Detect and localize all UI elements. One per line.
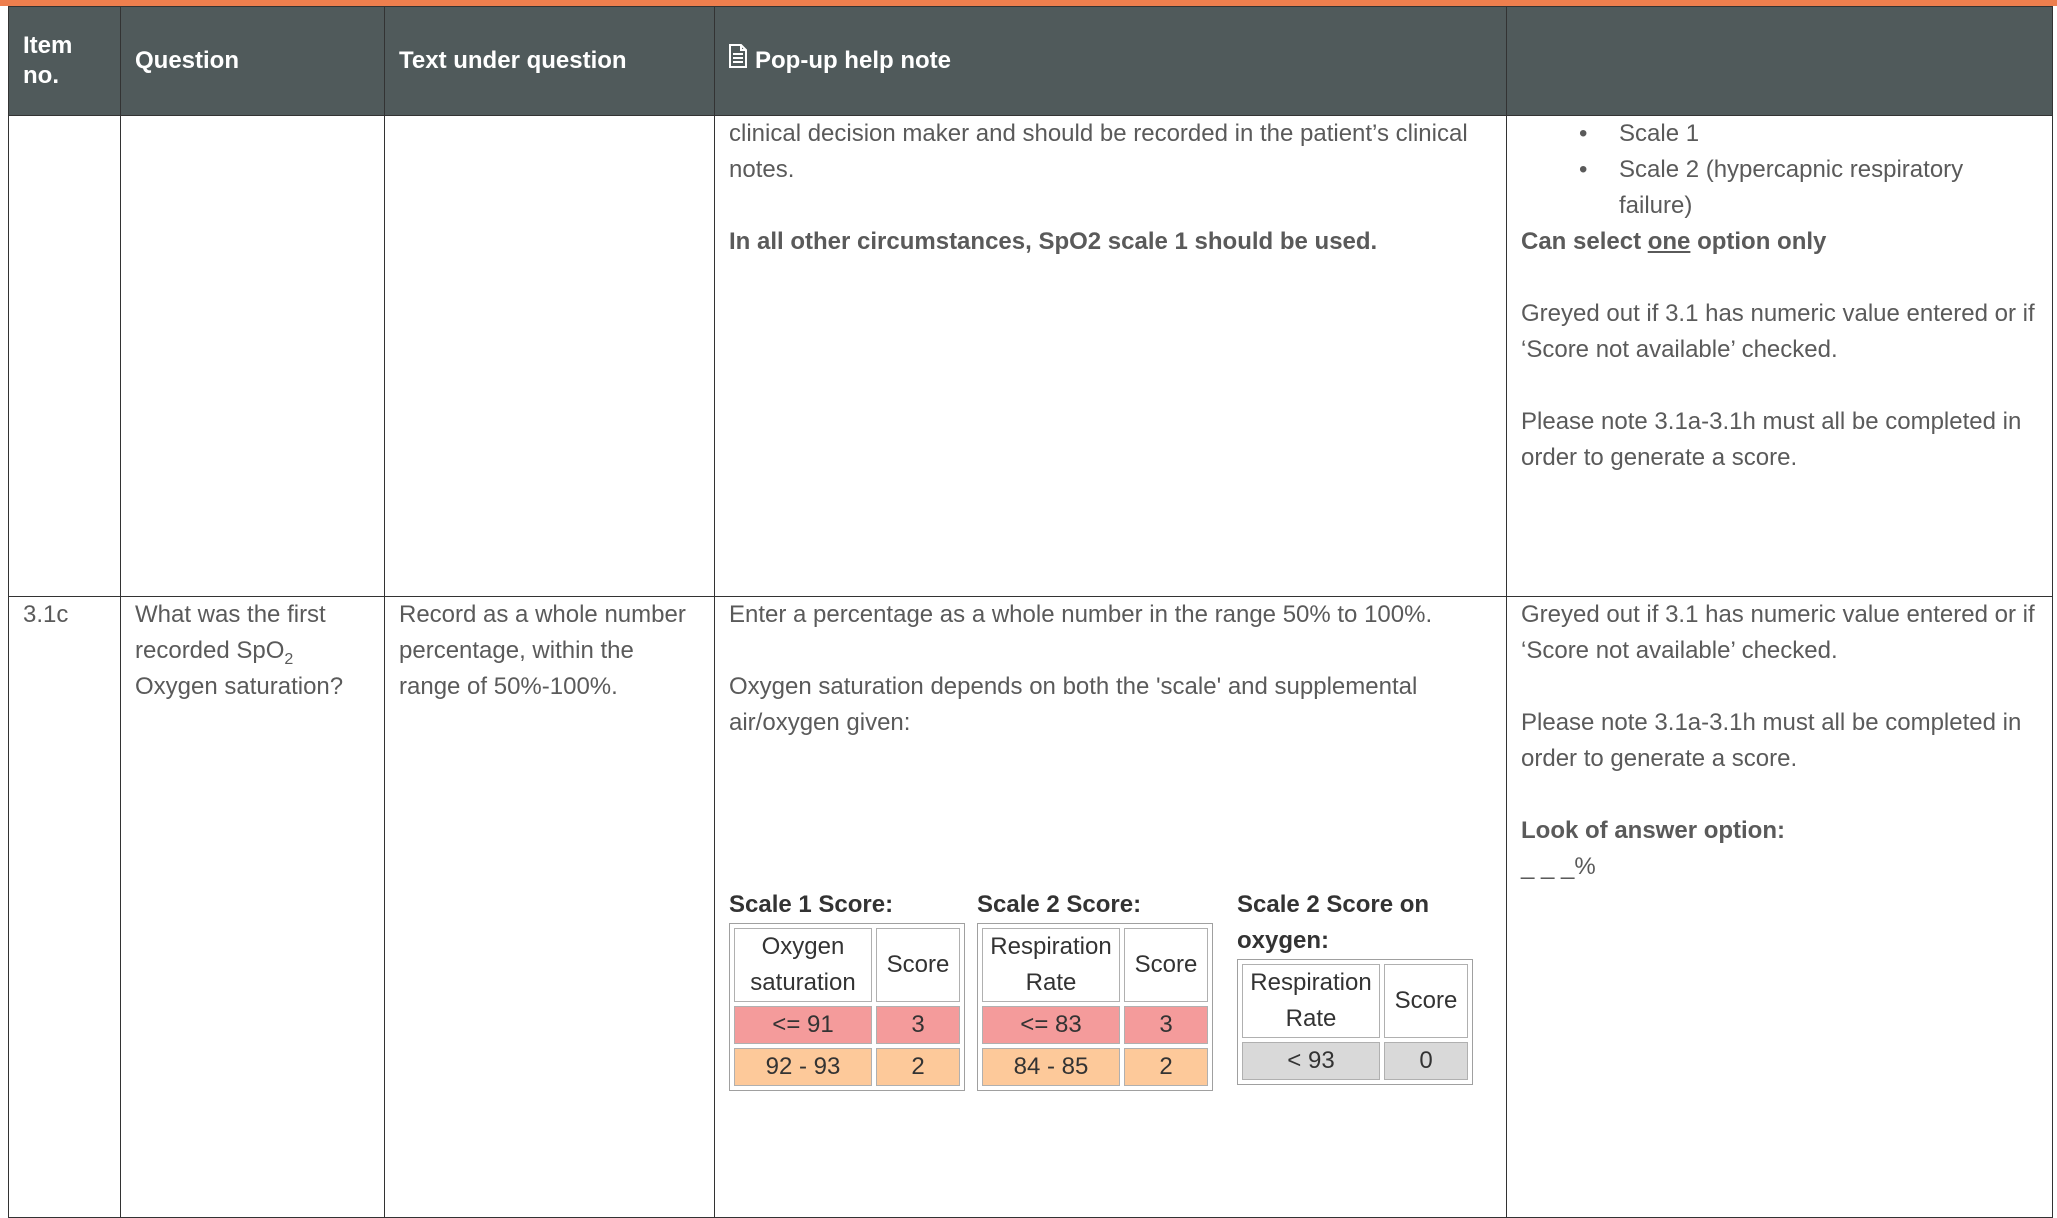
cell-item-no: 3.1c [8, 596, 121, 1218]
scale-options-list: Scale 1 Scale 2 (hypercapnic respiratory… [1521, 116, 2038, 224]
option-scale-1: Scale 1 [1579, 116, 2038, 152]
cell-answer-options: Greyed out if 3.1 has numeric value ente… [1506, 596, 2053, 1218]
select-rule: Can select one option only [1521, 228, 1827, 255]
please-note: Please note 3.1a-3.1h must all be comple… [1521, 408, 2022, 471]
header-item-no: Item no. [8, 6, 121, 116]
header-row: Item no. Question Text under question Po… [8, 6, 2053, 116]
look-of-answer-label: Look of answer option: [1521, 817, 1785, 844]
popup-paragraph: Enter a percentage as a whole number in … [729, 601, 1433, 628]
popup-bold-note: In all other circumstances, SpO2 scale 1… [729, 228, 1378, 255]
scale-2-oxygen-table: Respiration Rate Score < 93 0 [1237, 959, 1473, 1085]
table-row: clinical decision maker and should be re… [8, 115, 2053, 597]
header-popup-label: Pop-up help note [755, 46, 951, 74]
scale-2-oxygen-title: Scale 2 Score on oxygen: [1237, 891, 1430, 954]
cell-popup-help: Enter a percentage as a whole number in … [714, 596, 1507, 1218]
table-row: 3.1c What was the first recorded SpO2 Ox… [8, 596, 2053, 1218]
header-text-under-question: Text under question [384, 6, 715, 116]
scale-2-table: Respiration Rate Score <= 83 3 84 - 85 2 [977, 923, 1213, 1091]
header-question: Question [120, 6, 385, 116]
scale-1-title: Scale 1 Score: [729, 891, 894, 918]
header-last-column [1506, 6, 2053, 116]
popup-paragraph: clinical decision maker and should be re… [729, 120, 1468, 183]
cell-text-under [384, 115, 715, 597]
greyed-out-note: Greyed out if 3.1 has numeric value ente… [1521, 601, 2035, 664]
cell-answer-options: Scale 1 Scale 2 (hypercapnic respiratory… [1506, 115, 2053, 597]
header-popup-help-note: Pop-up help note [714, 6, 1507, 116]
cell-popup-help: clinical decision maker and should be re… [714, 115, 1507, 597]
greyed-out-note: Greyed out if 3.1 has numeric value ente… [1521, 300, 2035, 363]
please-note: Please note 3.1a-3.1h must all be comple… [1521, 709, 2022, 772]
specification-table: Item no. Question Text under question Po… [8, 6, 2053, 1218]
option-scale-2: Scale 2 (hypercapnic respiratory failure… [1579, 152, 2038, 224]
cell-text-under: Record as a whole number percentage, wit… [384, 596, 715, 1218]
cell-question [120, 115, 385, 597]
look-of-answer-value: _ _ _% [1521, 853, 1596, 880]
score-tables: Scale 1 Score: Scale 2 Score: Scale 2 Sc… [729, 887, 1492, 1107]
scale-1-table: Oxygen saturation Score <= 91 3 92 - 93 2 [729, 923, 965, 1091]
document-icon [729, 43, 747, 79]
popup-paragraph: Oxygen saturation depends on both the 's… [729, 673, 1418, 736]
scale-2-title: Scale 2 Score: [977, 891, 1142, 918]
cell-question: What was the first recorded SpO2 Oxygen … [120, 596, 385, 1218]
document-page: Item no. Question Text under question Po… [0, 0, 2057, 1218]
cell-item-no [8, 115, 121, 597]
